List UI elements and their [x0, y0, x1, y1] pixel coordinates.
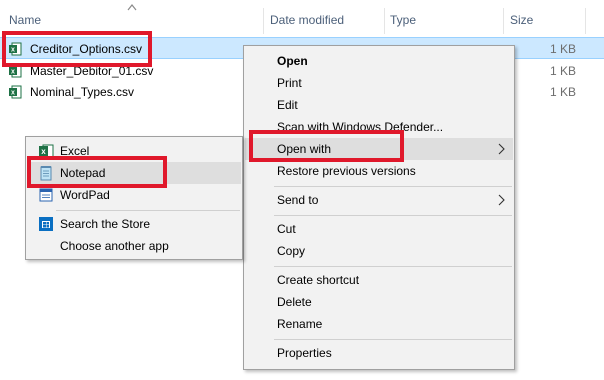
sort-ascending-icon	[127, 4, 137, 11]
chevron-right-icon	[498, 194, 505, 206]
column-size[interactable]: Size	[510, 13, 533, 27]
menu-item-label: Properties	[277, 346, 332, 360]
menu-item-properties[interactable]: Properties	[245, 342, 513, 364]
submenu-item-label: WordPad	[60, 188, 110, 202]
menu-item-label: Rename	[277, 317, 323, 331]
submenu-item-search-store[interactable]: Search the Store	[27, 213, 241, 235]
wordpad-icon	[39, 188, 53, 202]
menu-item-restore[interactable]: Restore previous versions	[245, 160, 513, 182]
menu-item-cut[interactable]: Cut	[245, 218, 513, 240]
menu-item-copy[interactable]: Copy	[245, 240, 513, 262]
open-with-submenu: x Excel Notepad WordPad Search the Store…	[25, 136, 243, 260]
svg-text:x: x	[11, 69, 15, 76]
excel-csv-icon: x	[9, 85, 22, 99]
menu-item-label: Create shortcut	[277, 273, 360, 287]
menu-item-label: Restore previous versions	[277, 164, 416, 178]
svg-text:x: x	[11, 90, 15, 97]
menu-item-label: Edit	[277, 98, 298, 112]
menu-item-label: Copy	[277, 244, 306, 258]
menu-item-rename[interactable]: Rename	[245, 313, 513, 335]
store-icon	[39, 217, 53, 231]
column-header-bar: Name Date modified Type Size	[0, 0, 604, 34]
menu-item-delete[interactable]: Delete	[245, 291, 513, 313]
menu-separator	[56, 210, 240, 211]
column-name[interactable]: Name	[9, 13, 41, 27]
highlight-box-open-with	[249, 130, 404, 162]
file-name[interactable]: Nominal_Types.csv	[30, 85, 134, 99]
menu-separator	[274, 186, 512, 187]
column-divider[interactable]	[384, 8, 385, 34]
highlight-box-notepad	[27, 156, 167, 188]
file-size: 1 KB	[549, 42, 576, 56]
column-type[interactable]: Type	[390, 13, 416, 27]
menu-item-label: Print	[277, 76, 302, 90]
column-divider[interactable]	[263, 8, 264, 34]
menu-item-label: Delete	[277, 295, 312, 309]
menu-item-label: Cut	[277, 222, 296, 236]
menu-separator	[274, 339, 512, 340]
context-menu: Open Print Edit Scan with Windows Defend…	[243, 45, 515, 370]
menu-separator	[274, 215, 512, 216]
menu-separator	[274, 266, 512, 267]
submenu-item-choose-app[interactable]: Choose another app	[27, 235, 241, 257]
file-size: 1 KB	[549, 64, 576, 78]
menu-item-send-to[interactable]: Send to	[245, 189, 513, 211]
menu-item-open[interactable]: Open	[245, 50, 513, 72]
chevron-right-icon	[498, 143, 505, 155]
submenu-item-label: Search the Store	[60, 217, 151, 231]
menu-item-label: Open	[277, 54, 308, 68]
menu-item-print[interactable]: Print	[245, 72, 513, 94]
column-divider[interactable]	[503, 8, 504, 34]
menu-item-edit[interactable]: Edit	[245, 94, 513, 116]
file-size: 1 KB	[549, 85, 576, 99]
menu-item-label: Send to	[277, 193, 319, 207]
submenu-item-label: Choose another app	[60, 239, 169, 253]
highlight-box-file	[2, 31, 152, 67]
column-divider[interactable]	[585, 8, 586, 34]
menu-item-create-shortcut[interactable]: Create shortcut	[245, 269, 513, 291]
svg-text:x: x	[41, 147, 46, 156]
column-date-modified[interactable]: Date modified	[270, 13, 344, 27]
